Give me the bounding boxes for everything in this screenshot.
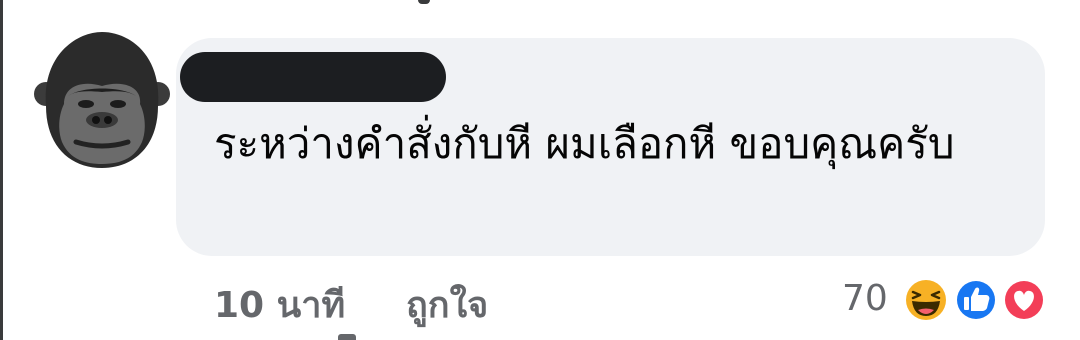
thread-connector [418, 0, 430, 4]
like-button[interactable]: ถูกใจ [406, 276, 488, 333]
gorilla-icon [34, 32, 170, 168]
haha-icon [904, 278, 948, 322]
thread-line [0, 0, 3, 340]
reaction-summary[interactable] [900, 274, 1050, 326]
reaction-count[interactable]: 70 [842, 278, 888, 319]
love-icon [1002, 278, 1046, 322]
avatar[interactable] [30, 28, 174, 172]
like-icon [954, 278, 998, 322]
comment-text: ระหว่างคำสั่งกับหี ผมเลือกหี ขอบคุณครับ [214, 119, 955, 168]
reply-connector [338, 334, 356, 340]
author-name-redacted[interactable] [180, 52, 446, 102]
comment-timestamp[interactable]: 10 นาที [214, 276, 345, 333]
